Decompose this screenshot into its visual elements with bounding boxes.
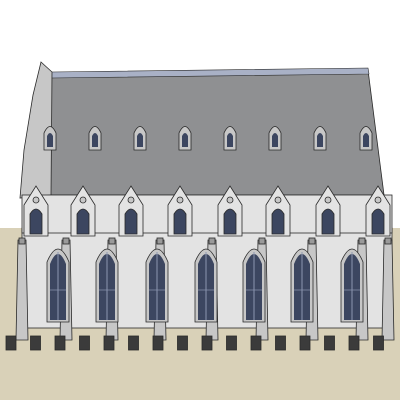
gothic-hall-scene <box>0 0 400 400</box>
clerestory-window <box>173 208 187 235</box>
plinth-block <box>201 335 213 351</box>
buttress-cap <box>384 237 392 245</box>
dormer-window-glass <box>137 133 143 147</box>
rose-oculus <box>226 196 234 204</box>
dormer-window-glass <box>317 133 323 147</box>
dormer-window-glass <box>227 133 233 147</box>
plinth-block <box>324 335 335 351</box>
buttress-cap <box>358 237 366 245</box>
clerestory-window <box>321 208 335 235</box>
buttress-cap <box>18 237 26 245</box>
plinth-block <box>152 335 164 351</box>
plinth-block <box>79 335 90 351</box>
plinth-block <box>226 335 237 351</box>
gothic-hall <box>5 61 395 351</box>
plinth-block <box>30 335 41 351</box>
buttress-cap <box>308 237 316 245</box>
buttress <box>381 239 395 341</box>
dormer-window-glass <box>92 133 98 147</box>
rose-oculus <box>127 196 135 204</box>
plinth-block <box>54 335 66 351</box>
rose-oculus <box>79 196 87 204</box>
plinth-block <box>275 335 286 351</box>
buttress <box>15 239 29 341</box>
clerestory-window <box>124 208 138 235</box>
rose-oculus <box>324 196 332 204</box>
rose-oculus <box>176 196 184 204</box>
rose-oculus <box>274 196 282 204</box>
buttress-cap <box>208 237 216 245</box>
roof <box>23 69 385 196</box>
buttress-cap <box>156 237 164 245</box>
clerestory-window <box>76 208 90 235</box>
plinth-block <box>5 335 17 351</box>
plinth-block <box>299 335 311 351</box>
dormer-window-glass <box>47 133 53 147</box>
plinth-block <box>128 335 139 351</box>
buttress-cap <box>108 237 116 245</box>
rose-oculus <box>32 196 40 204</box>
buttress-cap <box>258 237 266 245</box>
rose-oculus <box>374 196 382 204</box>
clerestory-window <box>223 208 237 235</box>
clerestory-window <box>371 208 385 235</box>
clerestory-window <box>29 208 43 235</box>
clerestory-window <box>271 208 285 235</box>
plinth-block <box>373 335 384 351</box>
dormer-window-glass <box>363 133 369 147</box>
plinth-block <box>250 335 262 351</box>
buttress-cap <box>62 237 70 245</box>
dormer-window-glass <box>182 133 188 147</box>
plinth-block <box>177 335 188 351</box>
plinth-block <box>348 335 360 351</box>
plinth-block <box>103 335 115 351</box>
dormer-window-glass <box>272 133 278 147</box>
